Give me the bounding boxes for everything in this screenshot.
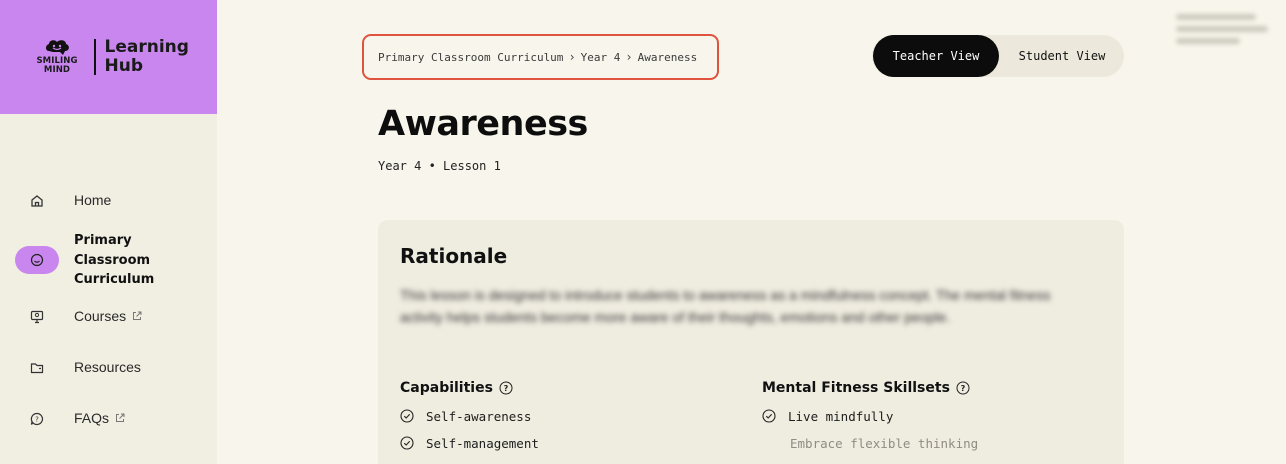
capabilities-title: Capabilities — [400, 380, 493, 396]
student-view-button[interactable]: Student View — [1000, 35, 1124, 77]
breadcrumb-link-year-4[interactable]: Year 4 — [581, 51, 621, 64]
skillsets-heading: Mental Fitness Skillsets ? — [762, 380, 978, 396]
sidebar-item-label: Home — [74, 192, 112, 208]
check-circle-icon — [400, 409, 414, 423]
skillset-item: Embrace flexible thinking — [762, 434, 978, 452]
skillsets-section: Mental Fitness Skillsets ? Live mindfull… — [762, 380, 978, 452]
rationale-text: This lesson is designed to introduce stu… — [400, 287, 1051, 325]
page-title: Awareness — [378, 104, 588, 144]
check-circle-icon — [400, 436, 414, 450]
breadcrumb-link-primary-classroom-curriculum[interactable]: Primary Classroom Curriculum — [378, 51, 563, 64]
teacher-view-button[interactable]: Teacher View — [873, 35, 999, 77]
smiling-mind-logo[interactable]: SMILING MIND — [24, 39, 90, 75]
check-circle-icon — [762, 409, 776, 423]
breadcrumb: Primary Classroom Curriculum › Year 4 › … — [362, 34, 719, 80]
skillset-label: Embrace flexible thinking — [790, 435, 979, 451]
rationale-card: Rationale This lesson is designed to int… — [378, 220, 1124, 464]
sidebar-item-label: Primary Classroom Curriculum — [74, 233, 155, 287]
smiley-icon — [15, 246, 59, 274]
svg-text:?: ? — [504, 384, 509, 393]
brand-title-line-2: Hub — [104, 56, 144, 76]
brain-icon — [46, 40, 69, 55]
brand-title-line-1: Learning — [104, 37, 189, 57]
logo-line-2: MIND — [43, 65, 71, 75]
question-chat-icon: ? — [26, 408, 48, 430]
lesson-subtitle: Year 4 • Lesson 1 — [378, 159, 501, 173]
sidebar-item-faqs-label: FAQs — [74, 410, 125, 426]
capability-item: Self-management — [400, 434, 539, 452]
sidebar-item-home[interactable]: Home — [0, 191, 217, 211]
sidebar-item-resources[interactable]: Resources — [0, 358, 217, 378]
blurred-user-info — [1176, 8, 1276, 60]
sidebar-item-label: Courses — [74, 308, 127, 324]
brand-divider — [94, 39, 96, 75]
capabilities-section: Capabilities ? Self-awareness Self-manag… — [400, 380, 539, 452]
capability-label: Self-awareness — [426, 408, 532, 424]
external-link-icon — [133, 311, 142, 320]
help-icon[interactable]: ? — [499, 381, 513, 395]
skillset-label: Live mindfully — [788, 408, 894, 424]
chevron-right-icon: › — [568, 50, 576, 64]
sidebar: SMILING MIND Learning Hub Home Primary C… — [0, 0, 217, 464]
external-link-icon — [116, 413, 125, 422]
sidebar-item-primary-classroom-curriculum[interactable]: Primary Classroom Curriculum — [0, 231, 217, 289]
skillsets-title: Mental Fitness Skillsets — [762, 380, 950, 396]
svg-text:?: ? — [961, 384, 966, 393]
sidebar-item-faqs[interactable]: ? FAQs — [0, 409, 217, 429]
capability-item: Self-awareness — [400, 407, 539, 425]
home-icon — [26, 190, 48, 212]
capabilities-heading: Capabilities ? — [400, 380, 539, 396]
view-toggle: Teacher View Student View — [872, 35, 1124, 77]
brand-header: SMILING MIND Learning Hub — [0, 0, 217, 114]
sidebar-item-label: FAQs — [74, 410, 110, 426]
skillset-item: Live mindfully — [762, 407, 978, 425]
capability-label: Self-management — [426, 435, 539, 451]
sidebar-item-courses[interactable]: Courses — [0, 307, 217, 327]
sidebar-item-label: Resources — [74, 359, 141, 375]
svg-text:?: ? — [35, 416, 39, 424]
sidebar-item-courses-label: Courses — [74, 308, 142, 324]
folder-icon — [26, 357, 48, 379]
breadcrumb-current: Awareness — [637, 50, 698, 64]
monitor-icon — [26, 306, 48, 328]
chevron-right-icon: › — [625, 50, 633, 64]
brand-title: Learning Hub — [105, 38, 189, 76]
rationale-title: Rationale — [400, 244, 508, 268]
help-icon[interactable]: ? — [956, 381, 970, 395]
